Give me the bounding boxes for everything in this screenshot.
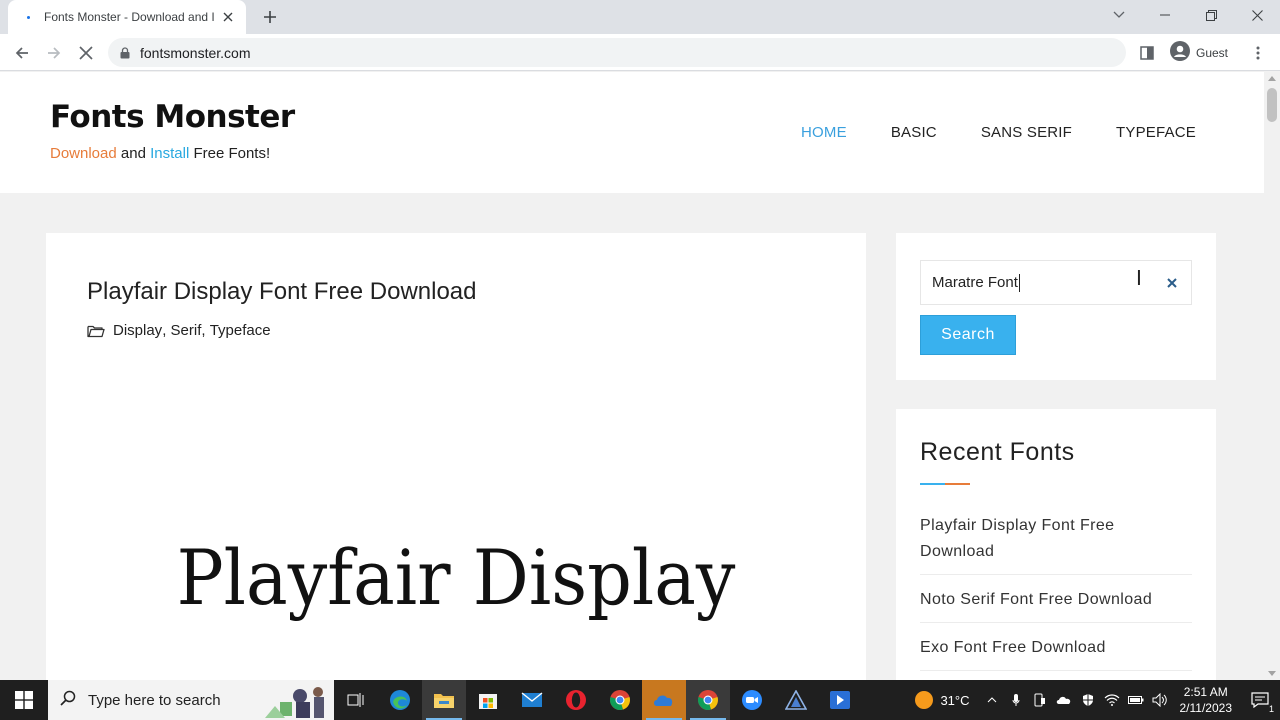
- app-triangle-icon[interactable]: [774, 680, 818, 720]
- category-serif[interactable]: Serif: [171, 322, 202, 339]
- search-button[interactable]: Search: [920, 315, 1016, 355]
- search-widget: Maratre Font I Search: [896, 233, 1216, 380]
- chevron-up-icon[interactable]: [980, 680, 1004, 720]
- side-panel-icon[interactable]: [1134, 40, 1160, 66]
- text-caret: [1018, 273, 1020, 292]
- post-card: Playfair Display Font Free Download Disp…: [46, 233, 866, 680]
- category-display[interactable]: Display: [113, 322, 162, 339]
- profile-button[interactable]: Guest: [1166, 40, 1239, 66]
- page-scrollbar[interactable]: [1264, 72, 1280, 680]
- page-viewport: Fonts Monster Download and Install Free …: [0, 72, 1264, 680]
- windows-logo-icon: [15, 691, 33, 709]
- chrome-app-icon[interactable]: [598, 680, 642, 720]
- system-tray: 31°C 2:51 AM 2/11/2023 1: [914, 680, 1280, 720]
- start-button[interactable]: [0, 680, 48, 720]
- notification-center-icon[interactable]: 1: [1240, 680, 1280, 720]
- recent-fonts-title: Recent Fonts: [920, 438, 1075, 466]
- task-view-icon[interactable]: [334, 680, 378, 720]
- browser-tab[interactable]: Fonts Monster - Download and Install Fre…: [8, 0, 246, 34]
- scroll-up-icon[interactable]: [1268, 76, 1276, 81]
- post-categories: Display, Serif, Typeface: [87, 322, 271, 339]
- tagline-install: Install: [150, 145, 190, 162]
- phone-link-icon[interactable]: [1028, 680, 1052, 720]
- category-typeface[interactable]: Typeface: [210, 322, 271, 339]
- edge-browser-icon[interactable]: [378, 680, 422, 720]
- wifi-icon[interactable]: [1100, 680, 1124, 720]
- weather-icon[interactable]: [914, 690, 934, 710]
- onedrive-folder-icon[interactable]: [642, 680, 686, 720]
- lock-icon[interactable]: [120, 46, 130, 59]
- search-input-value: Maratre Font: [932, 274, 1018, 291]
- url-text: fontsmonster.com: [140, 44, 251, 61]
- clock-date: 2/11/2023: [1179, 701, 1233, 715]
- address-bar[interactable]: fontsmonster.com: [108, 38, 1126, 67]
- clear-search-icon[interactable]: [1164, 275, 1180, 291]
- feature-image-text: Playfair Display: [176, 533, 736, 622]
- taskbar-search-box[interactable]: Type here to search: [48, 680, 334, 720]
- recent-fonts-list: Playfair Display Font Free Download Noto…: [920, 513, 1192, 680]
- loading-icon: [20, 9, 36, 25]
- nav-typeface[interactable]: TYPEFACE: [1116, 124, 1196, 141]
- search-input[interactable]: Maratre Font: [920, 260, 1192, 305]
- file-explorer-icon[interactable]: [422, 680, 466, 720]
- onedrive-cloud-icon[interactable]: [1052, 680, 1076, 720]
- clock-time: 2:51 AM: [1183, 685, 1228, 699]
- clock[interactable]: 2:51 AM 2/11/2023: [1180, 684, 1233, 716]
- site-tagline: Download and Install Free Fonts!: [50, 145, 270, 162]
- menu-kebab-icon[interactable]: [1245, 40, 1271, 66]
- recent-font-item[interactable]: Noto Serif Font Free Download: [920, 587, 1192, 623]
- title-underline: [920, 483, 970, 485]
- recent-fonts-widget: Recent Fonts Playfair Display Font Free …: [896, 409, 1216, 680]
- tagline-download: Download: [50, 145, 117, 162]
- recent-font-item[interactable]: Playfair Display Font Free Download: [920, 513, 1192, 575]
- scroll-down-icon[interactable]: [1268, 671, 1276, 676]
- zoom-app-icon[interactable]: [730, 680, 774, 720]
- microsoft-store-icon[interactable]: [466, 680, 510, 720]
- notification-count: 1: [1268, 704, 1274, 714]
- recent-font-item[interactable]: Exo Font Free Download: [920, 635, 1192, 671]
- nav-sans-serif[interactable]: SANS SERIF: [981, 124, 1072, 141]
- browser-toolbar: fontsmonster.com Guest: [0, 34, 1280, 71]
- search-highlight-illustration-icon: [265, 687, 324, 718]
- mail-icon[interactable]: [510, 680, 554, 720]
- restore-button[interactable]: [1188, 0, 1234, 30]
- volume-icon[interactable]: [1148, 680, 1172, 720]
- site-logo[interactable]: Fonts Monster: [50, 99, 295, 135]
- site-header: Fonts Monster Download and Install Free …: [0, 72, 1264, 193]
- tagline-and: and: [116, 145, 151, 162]
- browser-tabstrip: Fonts Monster - Download and Install Fre…: [0, 0, 1280, 34]
- new-tab-button[interactable]: [258, 5, 282, 29]
- avatar-icon: [1170, 40, 1190, 66]
- ibeam-cursor-icon: I: [1136, 266, 1142, 290]
- stop-loading-button[interactable]: [72, 39, 100, 67]
- close-tab-icon[interactable]: [220, 9, 236, 25]
- minimize-button[interactable]: [1142, 0, 1188, 30]
- post-title[interactable]: Playfair Display Font Free Download: [87, 278, 477, 306]
- media-player-icon[interactable]: [818, 680, 862, 720]
- forward-button[interactable]: [40, 39, 68, 67]
- magnifier-icon: [60, 690, 76, 711]
- scroll-thumb[interactable]: [1267, 88, 1277, 122]
- opera-browser-icon[interactable]: [554, 680, 598, 720]
- nav-basic[interactable]: BASIC: [891, 124, 937, 141]
- windows-taskbar: Type here to search 31°C 2:51 AM 2/11/20…: [0, 680, 1280, 720]
- tab-title: Fonts Monster - Download and Install Fre…: [44, 10, 214, 24]
- profile-label: Guest: [1196, 46, 1229, 60]
- taskbar-search-placeholder: Type here to search: [88, 691, 221, 709]
- tagline-free-fonts: Free Fonts!: [189, 145, 271, 162]
- folder-icon: [87, 324, 105, 338]
- chrome-browser-icon[interactable]: [686, 680, 730, 720]
- microphone-icon[interactable]: [1004, 680, 1028, 720]
- back-button[interactable]: [8, 39, 36, 67]
- main-nav: HOME BASIC SANS SERIF TYPEFACE: [757, 124, 1196, 141]
- tab-search-icon[interactable]: [1096, 0, 1142, 30]
- nav-home[interactable]: HOME: [801, 124, 847, 141]
- security-shield-icon[interactable]: [1076, 680, 1100, 720]
- battery-icon[interactable]: [1124, 680, 1148, 720]
- close-window-button[interactable]: [1234, 0, 1280, 30]
- weather-temperature[interactable]: 31°C: [940, 693, 969, 708]
